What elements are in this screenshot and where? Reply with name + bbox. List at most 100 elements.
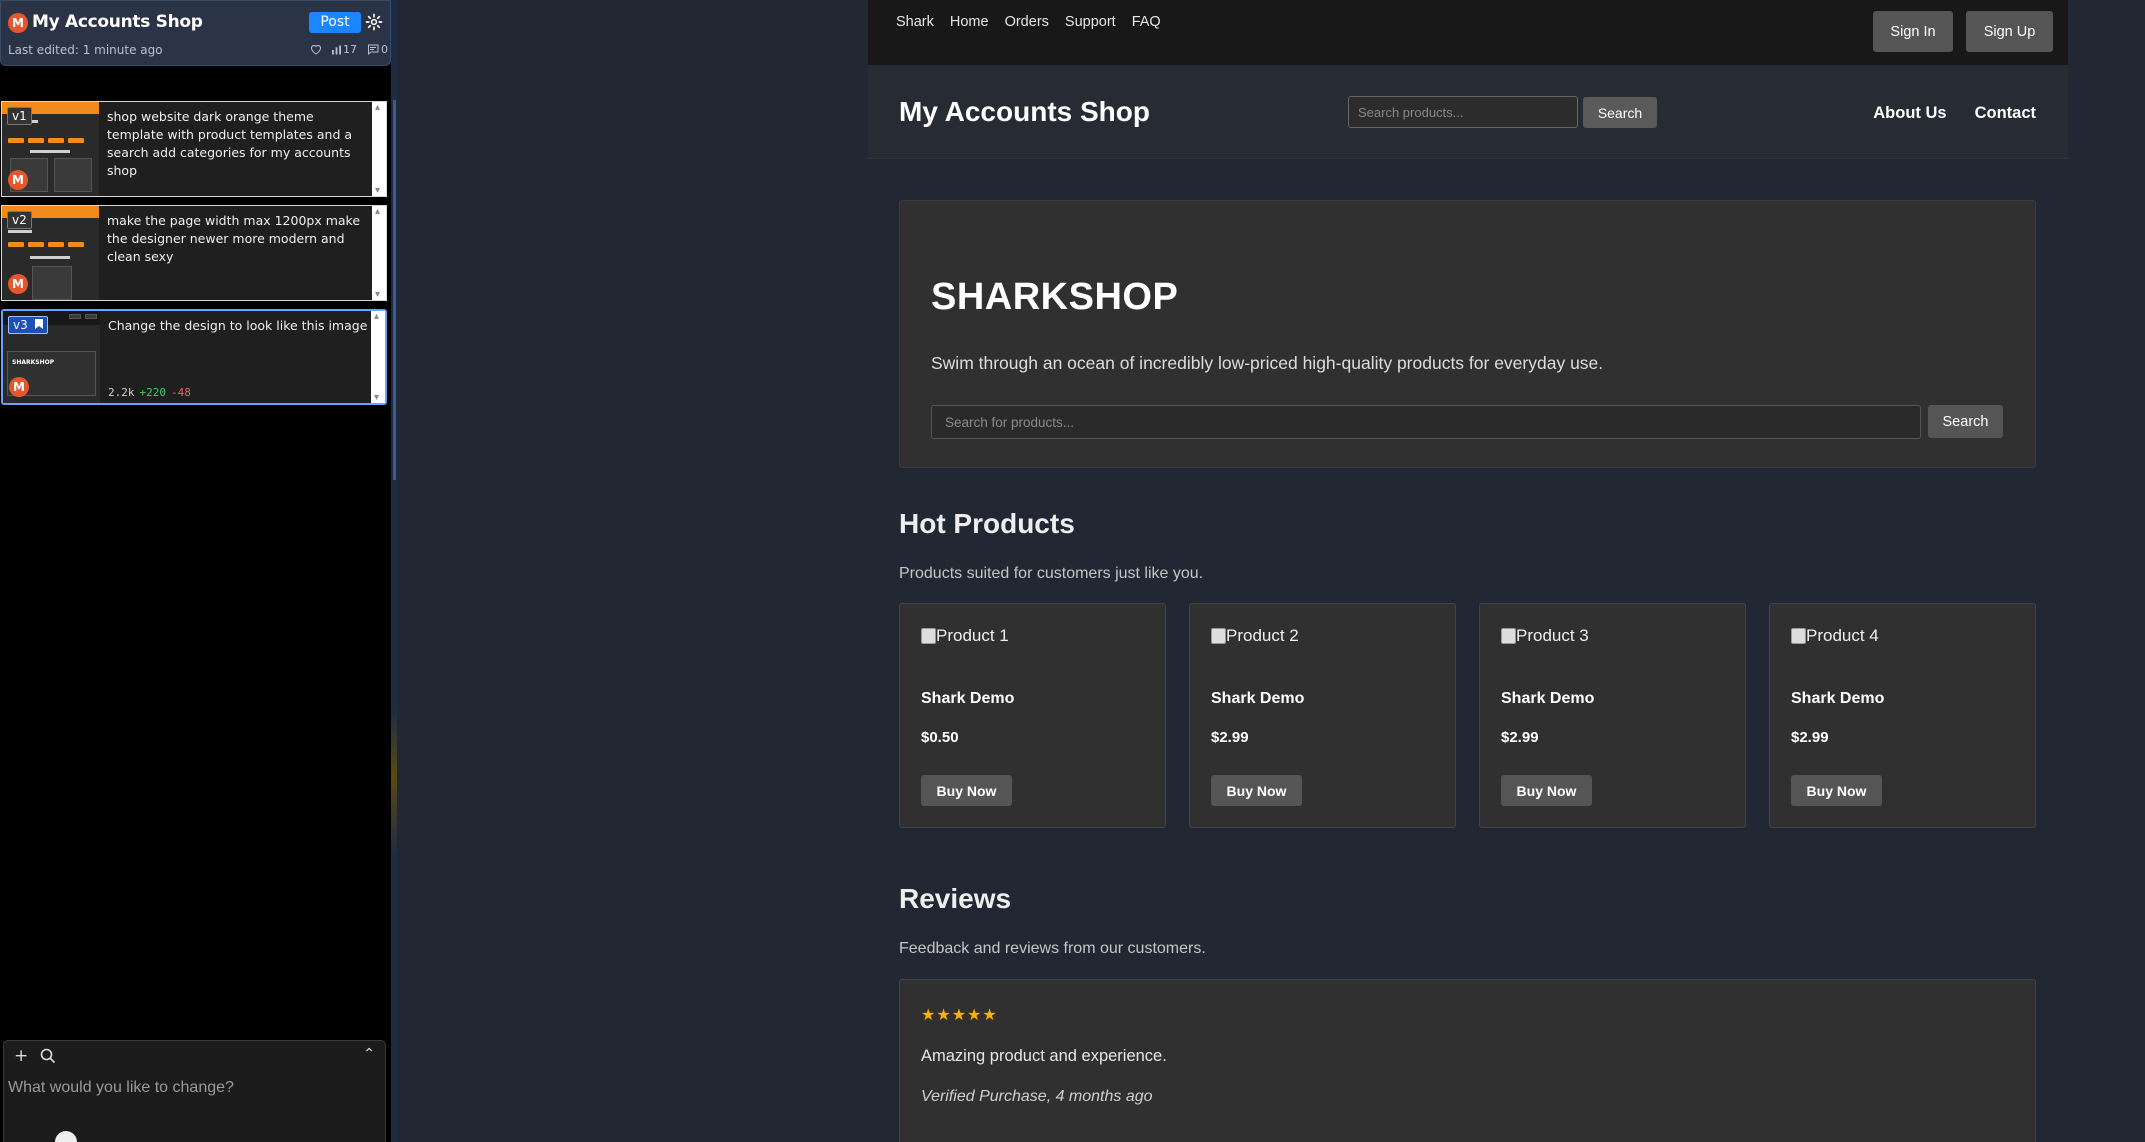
chat-input[interactable] bbox=[8, 1079, 378, 1097]
thumb-box bbox=[32, 266, 72, 300]
heart-icon bbox=[310, 45, 322, 55]
product-name[interactable]: Shark Demo bbox=[1791, 690, 1884, 708]
plus-icon[interactable]: + bbox=[14, 1046, 28, 1066]
chat-panel: + ⌃ bbox=[3, 1040, 386, 1142]
thumb-chip bbox=[48, 242, 64, 247]
product-name[interactable]: Shark Demo bbox=[1211, 690, 1304, 708]
review-text: Amazing product and experience. bbox=[921, 1047, 1167, 1065]
thumb-chip bbox=[28, 138, 44, 143]
version-prompt: shop website dark orange theme template … bbox=[107, 109, 353, 178]
product-image-alt: Product 2 bbox=[1226, 626, 1299, 645]
product-name[interactable]: Shark Demo bbox=[921, 690, 1014, 708]
user-avatar: M bbox=[9, 377, 29, 397]
product-price: $0.50 bbox=[921, 729, 959, 746]
user-avatar: M bbox=[8, 170, 28, 190]
nav-link-orders[interactable]: Orders bbox=[1005, 14, 1049, 30]
scrollbar[interactable] bbox=[371, 311, 385, 403]
sign-up-button[interactable]: Sign Up bbox=[1966, 11, 2053, 52]
thumb-chip bbox=[28, 242, 44, 247]
product-image-alt: Product 4 bbox=[1806, 626, 1879, 645]
sidebar-scroll-indicator bbox=[393, 100, 396, 480]
about-us-link[interactable]: About Us bbox=[1873, 104, 1946, 123]
gear-icon[interactable] bbox=[365, 12, 383, 32]
like-button[interactable] bbox=[310, 44, 322, 55]
contact-link[interactable]: Contact bbox=[1975, 104, 2036, 123]
header-search-input[interactable] bbox=[1348, 96, 1578, 128]
hero-subtitle: Swim through an ocean of incredibly low-… bbox=[931, 353, 1604, 373]
bar-chart-icon bbox=[332, 45, 341, 54]
product-image-alt: Product 1 bbox=[936, 626, 1009, 645]
version-tag: v1 bbox=[7, 107, 32, 125]
thumb-line bbox=[8, 230, 32, 233]
version-card-v2[interactable]: v2 M make the page width max 1200px make… bbox=[1, 205, 387, 301]
diff-stats: 2.2k +220 -48 bbox=[108, 386, 191, 399]
views-stat: 17 bbox=[332, 43, 357, 56]
comment-icon bbox=[368, 44, 379, 55]
project-title[interactable]: My Accounts Shop bbox=[32, 12, 203, 32]
hero-search-input[interactable] bbox=[931, 405, 1921, 439]
broken-image-icon[interactable]: Product 3 bbox=[1501, 626, 1589, 646]
buy-now-button[interactable]: Buy Now bbox=[1501, 775, 1592, 806]
thumb-title: SHARKSHOP bbox=[12, 359, 55, 366]
search-icon[interactable] bbox=[40, 1048, 56, 1064]
scrollbar[interactable] bbox=[372, 102, 386, 196]
project-stats: 17 0 bbox=[310, 43, 388, 56]
nav-link-support[interactable]: Support bbox=[1065, 14, 1116, 30]
bookmark-icon[interactable] bbox=[34, 319, 43, 329]
attachment-icon[interactable] bbox=[55, 1131, 77, 1142]
broken-image-icon[interactable]: Product 1 bbox=[921, 626, 1009, 646]
version-prompt: make the page width max 1200px make the … bbox=[107, 213, 361, 264]
site-preview: Shark Home Orders Support FAQ Sign In Si… bbox=[868, 0, 2068, 1142]
version-sidebar: M My Accounts Shop Post Last edited: 1 m… bbox=[0, 0, 391, 1142]
thumb-box bbox=[85, 314, 97, 319]
thumb-box bbox=[69, 314, 81, 319]
version-tag-label: v3 bbox=[13, 318, 28, 332]
user-avatar[interactable]: M bbox=[8, 13, 28, 33]
header-search-button[interactable]: Search bbox=[1583, 97, 1657, 128]
product-price: $2.99 bbox=[1791, 729, 1829, 746]
buy-now-button[interactable]: Buy Now bbox=[1211, 775, 1302, 806]
buy-now-button[interactable]: Buy Now bbox=[1791, 775, 1882, 806]
nav-link-home[interactable]: Home bbox=[950, 14, 989, 30]
site-header: My Accounts Shop Search About Us Contact bbox=[868, 65, 2068, 159]
product-price: $2.99 bbox=[1211, 729, 1249, 746]
product-card: Product 2 Shark Demo $2.99 Buy Now bbox=[1189, 603, 1456, 828]
reviews-title: Reviews bbox=[899, 883, 1012, 914]
broken-image-icon[interactable]: Product 2 bbox=[1211, 626, 1299, 646]
post-button[interactable]: Post bbox=[309, 12, 361, 33]
product-card: Product 4 Shark Demo $2.99 Buy Now bbox=[1769, 603, 2036, 828]
project-header: M My Accounts Shop Post Last edited: 1 m… bbox=[0, 0, 391, 66]
product-price: $2.99 bbox=[1501, 729, 1539, 746]
sign-in-button[interactable]: Sign In bbox=[1873, 11, 1953, 52]
hot-products-title: Hot Products bbox=[899, 508, 1075, 539]
thumb-chip bbox=[48, 138, 64, 143]
nav-link-faq[interactable]: FAQ bbox=[1132, 14, 1161, 30]
version-card-v1[interactable]: v1 M shop website dark orange theme temp… bbox=[1, 101, 387, 197]
last-edited-text: Last edited: 1 minute ago bbox=[8, 43, 163, 57]
thumb-line bbox=[30, 256, 70, 259]
thumb-line bbox=[30, 150, 70, 153]
site-brand[interactable]: My Accounts Shop bbox=[899, 96, 1150, 128]
broken-image-icon[interactable]: Product 4 bbox=[1791, 626, 1879, 646]
views-count: 17 bbox=[343, 43, 357, 56]
hero-title: SHARKSHOP bbox=[931, 276, 1179, 318]
version-prompt: Change the design to look like this imag… bbox=[108, 318, 368, 333]
buy-now-button[interactable]: Buy Now bbox=[921, 775, 1012, 806]
product-name[interactable]: Shark Demo bbox=[1501, 690, 1594, 708]
chevron-up-icon[interactable]: ⌃ bbox=[363, 1046, 375, 1062]
reviews-subtitle: Feedback and reviews from our customers. bbox=[899, 940, 1206, 957]
scrollbar[interactable] bbox=[372, 206, 386, 300]
version-card-v3[interactable]: SHARKSHOP v3 M Change the design to look… bbox=[1, 309, 387, 405]
top-nav-links: Shark Home Orders Support FAQ bbox=[896, 14, 1161, 30]
diff-removed: -48 bbox=[171, 386, 191, 399]
hero-search-button[interactable]: Search bbox=[1928, 405, 2003, 438]
diff-size: 2.2k bbox=[108, 386, 135, 399]
thumb-box bbox=[54, 158, 92, 192]
diff-added: +220 bbox=[139, 386, 167, 399]
comments-stat[interactable]: 0 bbox=[367, 43, 388, 56]
thumb-chip bbox=[68, 242, 84, 247]
top-navbar: Shark Home Orders Support FAQ Sign In Si… bbox=[868, 0, 2068, 65]
nav-link-shark[interactable]: Shark bbox=[896, 14, 934, 30]
comments-count: 0 bbox=[381, 43, 388, 56]
thumb-chip bbox=[8, 242, 24, 247]
